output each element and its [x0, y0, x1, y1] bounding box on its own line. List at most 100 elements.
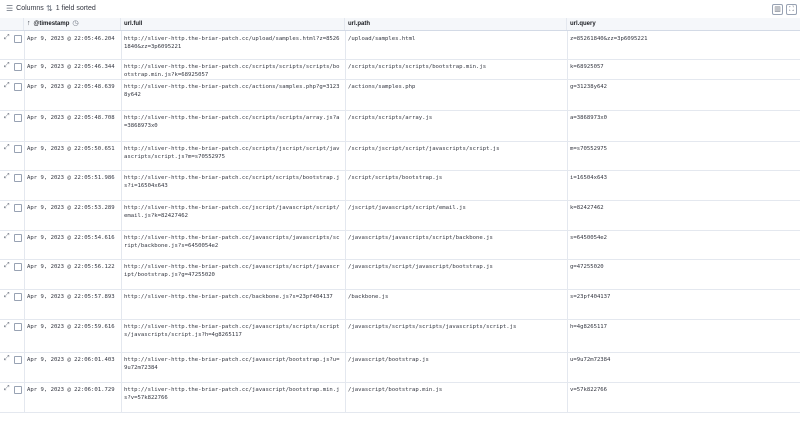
table-row[interactable]: ⤢ Apr 9, 2023 @ 22:05:54.616 http://sliver… — [0, 230, 800, 260]
url-query-cell: m=s70552975 — [570, 146, 608, 152]
timestamp-cell: Apr 9, 2023 @ 22:05:50.651 — [27, 146, 115, 152]
row-checkbox[interactable] — [14, 323, 22, 331]
url-path-cell: /scripts/scripts/scripts/bootstrap.min.j… — [348, 64, 487, 70]
url-query-cell: g=47255020 — [570, 264, 604, 270]
table-row[interactable]: ⤢ Apr 9, 2023 @ 22:05:51.986 http://sliver… — [0, 170, 800, 201]
url-full-cell: http://sliver-http.the-briar-patch.cc/ja… — [124, 357, 340, 371]
expand-row-icon[interactable]: ⤢ — [4, 34, 10, 42]
table-row[interactable]: ⤢ Apr 9, 2023 @ 22:05:48.708 http://sliver… — [0, 110, 800, 142]
table-row[interactable]: ⤢ Apr 9, 2023 @ 22:05:48.639 http://sliver… — [0, 79, 800, 111]
sort-button[interactable]: ⇅ 1 field sorted — [46, 3, 96, 15]
header-url-path-label: url.path — [348, 21, 370, 27]
row-checkbox[interactable] — [14, 386, 22, 394]
columns-button[interactable]: ☰ Columns — [6, 3, 44, 15]
url-query-cell: k=82427462 — [570, 205, 604, 211]
url-query-cell: g=31238y642 — [570, 84, 608, 90]
timestamp-cell: Apr 9, 2023 @ 22:05:51.986 — [27, 175, 115, 181]
expand-row-icon[interactable]: ⤢ — [4, 233, 10, 241]
url-query-cell: a=3868973x0 — [570, 115, 608, 121]
fullscreen-icon[interactable]: ⛶ — [786, 4, 797, 15]
url-full-cell: http://sliver-http.the-briar-patch.cc/sc… — [124, 175, 340, 189]
expand-row-icon[interactable]: ⤢ — [4, 82, 10, 90]
header-url-query[interactable]: url.query — [567, 18, 800, 30]
url-query-cell: z=85261840&zz=3p6095221 — [570, 36, 648, 42]
display-options-icon[interactable]: ▥ — [772, 4, 783, 15]
table-row[interactable]: ⤢ Apr 9, 2023 @ 22:05:46.204 http://sliver… — [0, 31, 800, 60]
expand-row-icon[interactable]: ⤢ — [4, 262, 10, 270]
url-path-cell: /actions/samples.php — [348, 84, 416, 90]
row-checkbox[interactable] — [14, 356, 22, 364]
expand-row-icon[interactable]: ⤢ — [4, 385, 10, 393]
url-path-cell: /javascript/bootstrap.min.js — [348, 387, 443, 393]
url-path-cell: /backbone.js — [348, 294, 389, 300]
header-url-full-label: url.full — [124, 21, 143, 27]
row-checkbox[interactable] — [14, 35, 22, 43]
url-path-cell: /jscript/javascript/script/email.js — [348, 205, 466, 211]
sort-arrow-up-icon: ↑ — [27, 20, 31, 27]
url-path-cell: /javascript/bootstrap.js — [348, 357, 429, 363]
expand-row-icon[interactable]: ⤢ — [4, 173, 10, 181]
clock-icon: ◷ — [72, 20, 79, 27]
url-full-cell: http://sliver-http.the-briar-patch.cc/up… — [124, 36, 340, 50]
row-checkbox[interactable] — [14, 204, 22, 212]
expand-row-icon[interactable]: ⤢ — [4, 144, 10, 152]
header-url-query-label: url.query — [570, 21, 596, 27]
url-query-cell: h=4g8265117 — [570, 324, 608, 330]
timestamp-cell: Apr 9, 2023 @ 22:05:46.344 — [27, 64, 115, 70]
row-checkbox[interactable] — [14, 263, 22, 271]
header-timestamp[interactable]: ↑ @timestamp ◷ — [24, 18, 121, 30]
url-query-cell: k=68925057 — [570, 64, 604, 70]
timestamp-cell: Apr 9, 2023 @ 22:05:48.708 — [27, 115, 115, 121]
url-full-cell: http://sliver-http.the-briar-patch.cc/sc… — [124, 146, 340, 160]
expand-row-icon[interactable]: ⤢ — [4, 113, 10, 121]
url-full-cell: http://sliver-http.the-briar-patch.cc/ba… — [124, 294, 333, 300]
row-checkbox[interactable] — [14, 63, 22, 71]
expand-row-icon[interactable]: ⤢ — [4, 322, 10, 330]
timestamp-cell: Apr 9, 2023 @ 22:05:59.616 — [27, 324, 115, 330]
row-checkbox[interactable] — [14, 114, 22, 122]
table-row[interactable]: ⤢ Apr 9, 2023 @ 22:05:59.616 http://sliver… — [0, 319, 800, 353]
sorted-label: 1 field sorted — [55, 5, 96, 12]
expand-row-icon[interactable]: ⤢ — [4, 203, 10, 211]
row-checkbox[interactable] — [14, 83, 22, 91]
header-timestamp-label: @timestamp — [33, 21, 70, 27]
table-row[interactable]: ⤢ Apr 9, 2023 @ 22:06:01.729 http://sliver… — [0, 382, 800, 413]
timestamp-cell: Apr 9, 2023 @ 22:06:01.403 — [27, 357, 115, 363]
timestamp-cell: Apr 9, 2023 @ 22:05:48.639 — [27, 84, 115, 90]
url-path-cell: /scripts/scripts/array.js — [348, 115, 433, 121]
header-url-path[interactable]: url.path — [345, 18, 567, 30]
url-path-cell: /upload/samples.html — [348, 36, 416, 42]
timestamp-cell: Apr 9, 2023 @ 22:05:54.616 — [27, 235, 115, 241]
url-query-cell: v=57k822766 — [570, 387, 608, 393]
list-icon: ☰ — [6, 4, 14, 13]
columns-label: Columns — [16, 5, 44, 12]
timestamp-cell: Apr 9, 2023 @ 22:05:57.893 — [27, 294, 115, 300]
expand-row-icon[interactable]: ⤢ — [4, 62, 10, 70]
url-full-cell: http://sliver-http.the-briar-patch.cc/sc… — [124, 115, 340, 129]
url-full-cell: http://sliver-http.the-briar-patch.cc/ac… — [124, 84, 340, 98]
url-query-cell: u=9u72m72384 — [570, 357, 611, 363]
expand-row-icon[interactable]: ⤢ — [4, 292, 10, 300]
row-checkbox[interactable] — [14, 234, 22, 242]
table-row[interactable]: ⤢ Apr 9, 2023 @ 22:05:53.289 http://sliver… — [0, 200, 800, 231]
table-row[interactable]: ⤢ Apr 9, 2023 @ 22:05:56.122 http://sliver… — [0, 259, 800, 290]
row-checkbox[interactable] — [14, 145, 22, 153]
url-full-cell: http://sliver-http.the-briar-patch.cc/sc… — [124, 64, 340, 78]
sort-icon: ⇅ — [46, 4, 53, 13]
url-path-cell: /javascripts/script/javascript/bootstrap… — [348, 264, 493, 270]
table-row[interactable]: ⤢ Apr 9, 2023 @ 22:06:01.403 http://sliver… — [0, 352, 800, 383]
url-full-cell: http://sliver-http.the-briar-patch.cc/ja… — [124, 264, 340, 278]
grid-header: ↑ @timestamp ◷ url.full url.path url.que… — [0, 18, 800, 31]
url-full-cell: http://sliver-http.the-briar-patch.cc/js… — [124, 205, 340, 219]
row-checkbox[interactable] — [14, 293, 22, 301]
timestamp-cell: Apr 9, 2023 @ 22:05:46.204 — [27, 36, 115, 42]
row-checkbox[interactable] — [14, 174, 22, 182]
table-row[interactable]: ⤢ Apr 9, 2023 @ 22:05:46.344 http://sliver… — [0, 59, 800, 80]
expand-row-icon[interactable]: ⤢ — [4, 355, 10, 363]
timestamp-cell: Apr 9, 2023 @ 22:05:53.289 — [27, 205, 115, 211]
url-path-cell: /javascripts/javascripts/script/backbone… — [348, 235, 493, 241]
table-row[interactable]: ⤢ Apr 9, 2023 @ 22:05:50.651 http://sliver… — [0, 141, 800, 171]
url-query-cell: s=23pf404137 — [570, 294, 611, 300]
table-row[interactable]: ⤢ Apr 9, 2023 @ 22:05:57.893 http://sliver… — [0, 289, 800, 320]
header-url-full[interactable]: url.full — [121, 18, 345, 30]
